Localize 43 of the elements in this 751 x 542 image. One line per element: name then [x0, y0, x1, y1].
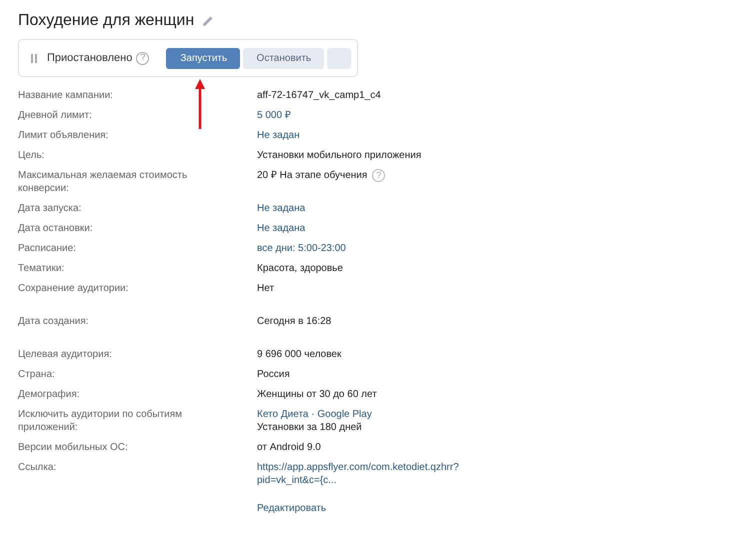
field-label: Дата запуска: [18, 202, 82, 215]
start-button[interactable]: Запустить [166, 48, 240, 68]
field-link[interactable]: Не задан [257, 129, 300, 142]
field-label: Целевая аудитория: [18, 348, 113, 361]
field-label: Тематики: [18, 262, 66, 275]
field-value: Женщины от 30 до 60 лет [257, 388, 377, 401]
field-label: Расписание: [18, 242, 77, 255]
field-link[interactable]: Кето Диета · Google Play [257, 408, 372, 421]
field-link[interactable]: Не задана [257, 202, 306, 215]
field-value: от Android 9.0 [257, 441, 321, 454]
field-label: Дневной лимит: [18, 109, 93, 122]
field-value: Россия [257, 368, 290, 381]
field-value: aff-72-16747_vk_camp1_c4 [257, 89, 381, 102]
field-value: 20 ₽ На этапе обучения [257, 169, 368, 182]
more-button[interactable] [327, 48, 352, 68]
field-label: Исключить аудитории по событиям приложений: [18, 408, 184, 434]
stop-button[interactable]: Остановить [243, 48, 324, 68]
pencil-icon[interactable] [202, 15, 214, 27]
field-label: Максимальная желаемая стоимость конверсии: [18, 169, 188, 195]
field-link[interactable]: 5 000 ₽ [257, 109, 291, 122]
page-title: Похудение для женщин [18, 11, 194, 31]
field-value: Нет [257, 282, 274, 295]
field-label: Название кампании: [18, 89, 114, 102]
field-label: Цель: [18, 149, 46, 162]
field-link[interactable]: Не задана [257, 222, 306, 235]
field-label: Ссылка: [18, 461, 58, 474]
arrow-annotation [195, 79, 205, 129]
status-label: Приостановлено [47, 50, 132, 66]
field-value: Красота, здоровье [257, 262, 343, 275]
field-label: Дата создания: [18, 315, 90, 328]
field-value: Установки за 180 дней [257, 421, 362, 434]
field-label: Лимит объявления: [18, 129, 110, 142]
field-link[interactable]: все дни: 5:00-23:00 [257, 242, 346, 255]
edit-link[interactable]: Редактировать [257, 503, 326, 514]
field-value: Установки мобильного приложения [257, 149, 422, 162]
field-value: Сегодня в 16:28 [257, 315, 332, 328]
field-value: 9 696 000 человек [257, 348, 342, 361]
field-label: Страна: [18, 368, 56, 381]
field-label: Демография: [18, 388, 81, 401]
field-link[interactable]: https://app.appsflyer.com/com.ketodiet.qzhrr?pid=vk_int&c={c... [257, 461, 487, 487]
field-label: Сохранение аудитории: [18, 282, 130, 295]
field-label: Дата остановки: [18, 222, 94, 235]
field-label: Версии мобильных ОС: [18, 441, 129, 454]
